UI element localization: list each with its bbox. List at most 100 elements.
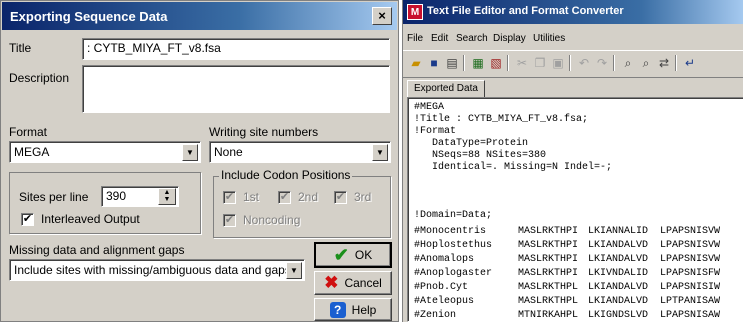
save-icon[interactable]: ■	[425, 54, 443, 72]
print-icon[interactable]: ▤	[443, 54, 461, 72]
missing-gaps-value: Include sites with missing/ambiguous dat…	[14, 263, 291, 277]
close-button[interactable]: ×	[372, 7, 392, 25]
toolbar-separator	[463, 55, 465, 71]
codon-positions-group	[213, 176, 391, 238]
codon-1st-label: 1st	[243, 190, 260, 204]
site-numbers-value: None	[214, 145, 243, 159]
sequence-block: LKIANDALVD	[588, 240, 649, 251]
new-file-icon[interactable]: ▧	[487, 54, 505, 72]
copy-icon[interactable]: ❐	[531, 54, 549, 72]
sequence-block: LKIVNDALID	[588, 268, 649, 279]
toolbar-separator	[613, 55, 615, 71]
checkmark-icon: ✔	[333, 244, 349, 265]
chevron-down-icon[interactable]: ▼	[372, 144, 388, 161]
sites-per-line-label: Sites per line	[19, 190, 89, 204]
help-icon: ?	[329, 301, 346, 318]
sequence-block: MASLRKTHPI	[518, 226, 579, 237]
title-input[interactable]: : CYTB_MIYA_FT_v8.fsa	[82, 38, 390, 60]
sites-per-line-value: 390	[106, 189, 127, 203]
ok-label: OK	[354, 248, 373, 262]
menu-file[interactable]: File	[407, 33, 423, 44]
text-editor-area[interactable]: #MEGA !Title : CYTB_MIYA_FT_v8.fsa; !For…	[407, 97, 743, 322]
format-value: MEGA	[14, 145, 50, 159]
cancel-button[interactable]: ✖ Cancel	[314, 271, 392, 295]
cut-icon[interactable]: ✂	[513, 54, 531, 72]
menu-display[interactable]: Display	[493, 33, 526, 44]
editor-line: !Domain=Data;	[414, 210, 493, 221]
redo-icon[interactable]: ↷	[593, 54, 611, 72]
spinner-icon[interactable]: ▲ ▼	[158, 188, 176, 205]
sequence-block: LKIANDALVD	[588, 282, 649, 293]
replace-icon[interactable]: ⇄	[655, 54, 673, 72]
description-label: Description	[9, 71, 70, 85]
toolbar-separator	[507, 55, 509, 71]
interleaved-checkbox[interactable]: ✔	[21, 213, 34, 226]
codon-3rd-checkbox[interactable]: ✔	[334, 191, 347, 204]
sequence-name: #Anoplogaster	[414, 268, 493, 279]
help-button[interactable]: ? Help	[314, 298, 392, 321]
sequence-name: #Hoplostethus	[414, 240, 493, 251]
missing-gaps-select[interactable]: Include sites with missing/ambiguous dat…	[9, 259, 305, 281]
codon-1st-checkbox[interactable]: ✔	[223, 191, 236, 204]
undo-icon[interactable]: ↶	[575, 54, 593, 72]
format-convert-icon[interactable]: ▦	[469, 54, 487, 72]
noncoding-label: Noncoding	[243, 213, 301, 227]
editor-line: NSeqs=88 NSites=380	[414, 150, 547, 161]
sequence-block: LKIANDALVD	[588, 296, 649, 307]
editor-line: DataType=Protein	[414, 138, 529, 149]
menu-utilities[interactable]: Utilities	[533, 33, 565, 44]
toolbar-separator	[675, 55, 677, 71]
sequence-name: #Pnob.Cyt	[414, 282, 469, 293]
tab-exported-data[interactable]: Exported Data	[407, 80, 485, 98]
sequence-name: #Zenion	[414, 310, 457, 321]
chevron-down-icon[interactable]: ▼	[182, 144, 198, 161]
format-label: Format	[9, 125, 48, 139]
codon-positions-title: Include Codon Positions	[219, 168, 353, 182]
paste-icon[interactable]: ▣	[549, 54, 567, 72]
sequence-block: LPAPSNISFW	[660, 268, 721, 279]
editor-line: Identical=. Missing=N Indel=-;	[414, 162, 613, 173]
missing-gaps-label: Missing data and alignment gaps	[9, 243, 185, 257]
sequence-block: LKIANDALVD	[588, 254, 649, 265]
sequence-block: MASLRKTHPI	[518, 240, 579, 251]
export-dialog: Exporting Sequence Data × Title : CYTB_M…	[0, 0, 399, 322]
text-editor-window: M Text File Editor and Format Converter …	[402, 0, 743, 322]
sequence-block: LPAPSNISIW	[660, 282, 721, 293]
sequence-block: MASLRKTHPL	[518, 296, 579, 307]
sequence-block: LKIGNDSLVD	[588, 310, 649, 321]
sequence-block: LPAPSNISAW	[660, 310, 721, 321]
menu-search[interactable]: Search	[456, 33, 488, 44]
editor-title-bar: M Text File Editor and Format Converter	[403, 0, 743, 24]
sequence-block: MTNIRKAHPL	[518, 310, 579, 321]
noncoding-checkbox[interactable]: ✔	[223, 214, 236, 227]
open-folder-icon[interactable]: ▰	[407, 54, 425, 72]
sequence-block: LPTPANISAW	[660, 296, 721, 307]
help-label: Help	[351, 302, 377, 317]
description-input[interactable]	[82, 65, 390, 113]
toolbar-separator	[569, 55, 571, 71]
dialog-title-bar: Exporting Sequence Data ×	[2, 2, 397, 30]
sequence-block: MASLRKTHPI	[518, 268, 579, 279]
ok-button[interactable]: ✔ OK	[314, 242, 392, 268]
sequence-name: #Anomalops	[414, 254, 475, 265]
sequence-block: LPAPSNISVW	[660, 254, 721, 265]
sequence-block: MASLRKTHPI	[518, 254, 579, 265]
wrap-icon[interactable]: ↵	[681, 54, 699, 72]
find-next-icon[interactable]: ⌕	[637, 54, 655, 72]
mega-app-icon[interactable]: M	[407, 4, 423, 20]
sequence-block: LPAPSNISVW	[660, 240, 721, 251]
codon-2nd-label: 2nd	[298, 190, 319, 204]
sequence-block: LPAPSNISVW	[660, 226, 721, 237]
dialog-title: Exporting Sequence Data	[10, 9, 168, 24]
menu-edit[interactable]: Edit	[431, 33, 448, 44]
toolbar: ▰ ■ ▤ ▦ ▧ ✂ ❐ ▣ ↶ ↷ ⌕ ⌕ ⇄ ↵	[403, 50, 743, 78]
format-select[interactable]: MEGA ▼	[9, 141, 201, 163]
sequence-block: LKIANNALID	[588, 226, 649, 237]
codon-2nd-checkbox[interactable]: ✔	[278, 191, 291, 204]
find-icon[interactable]: ⌕	[619, 54, 637, 72]
interleaved-label: Interleaved Output	[41, 212, 140, 226]
chevron-down-icon[interactable]: ▼	[286, 262, 302, 279]
site-numbers-label: Writing site numbers	[209, 125, 319, 139]
sequence-name: #Ateleopus	[414, 296, 475, 307]
site-numbers-select[interactable]: None ▼	[209, 141, 391, 163]
